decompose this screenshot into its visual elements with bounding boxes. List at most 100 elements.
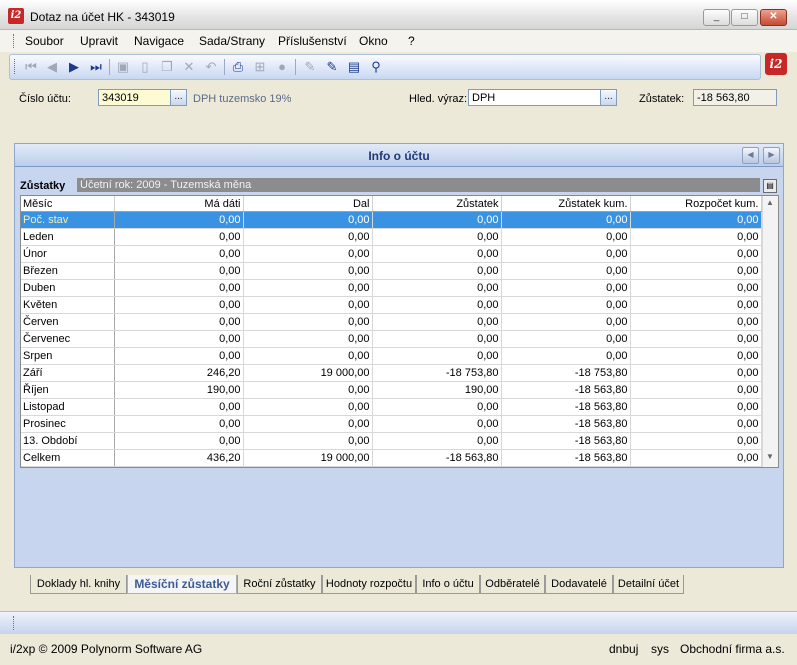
- table-row[interactable]: 13. Období 0,00 0,00 0,00 -18 563,80 0,00: [21, 432, 762, 450]
- last-record-icon[interactable]: ⏭: [88, 59, 104, 75]
- undo-icon[interactable]: ↶: [203, 59, 219, 75]
- table-row[interactable]: Listopad 0,00 0,00 0,00 -18 563,80 0,00: [21, 398, 762, 416]
- table-cell: Listopad: [21, 398, 115, 416]
- table-row[interactable]: Únor 0,00 0,00 0,00 0,00 0,00: [21, 245, 762, 263]
- table-cell: 0,00: [372, 262, 502, 280]
- menu-help[interactable]: ?: [408, 34, 415, 48]
- toolbar: ⏮ ◀ ▶ ⏭ ▣ ▯ ❐ ✕ ↶ ⎙ ⊞ ● ✎ ✎ ▤ ⚲: [9, 54, 761, 80]
- table-cell: 0,00: [243, 296, 373, 314]
- column-header[interactable]: Zůstatek: [372, 196, 502, 212]
- table-row[interactable]: Srpen 0,00 0,00 0,00 0,00 0,00: [21, 347, 762, 365]
- minimize-button[interactable]: _: [703, 9, 730, 26]
- menu-navigace[interactable]: Navigace: [134, 34, 184, 48]
- edit-pen-icon[interactable]: ✎: [302, 59, 318, 75]
- table-row[interactable]: Červenec 0,00 0,00 0,00 0,00 0,00: [21, 330, 762, 348]
- table-row[interactable]: Prosinec 0,00 0,00 0,00 -18 563,80 0,00: [21, 415, 762, 433]
- toolbar-separator: [109, 59, 110, 75]
- column-header[interactable]: Rozpočet kum.: [630, 196, 762, 212]
- tab-dodavatele[interactable]: Dodavatelé: [545, 575, 613, 594]
- account-lookup-button[interactable]: ...: [170, 89, 187, 106]
- circle-icon[interactable]: ●: [274, 59, 290, 75]
- next-record-icon[interactable]: ▶: [66, 59, 82, 75]
- tab-info-o-uctu[interactable]: Info o účtu: [416, 575, 480, 594]
- table-row[interactable]: Celkem 436,20 19 000,00 -18 563,80 -18 563,8…: [21, 449, 762, 467]
- delete-icon[interactable]: ✕: [181, 59, 197, 75]
- column-header[interactable]: Měsíc: [21, 196, 115, 212]
- table-row[interactable]: Duben 0,00 0,00 0,00 0,00 0,00: [21, 279, 762, 297]
- scroll-down-icon[interactable]: ▼: [766, 452, 774, 461]
- table-cell: 0,00: [630, 330, 762, 348]
- maximize-button[interactable]: □: [731, 9, 758, 26]
- panel-next-icon[interactable]: ▶: [763, 147, 780, 164]
- tab-hodnoty-rozpoctu[interactable]: Hodnoty rozpočtu: [322, 575, 416, 594]
- table-cell: 0,00: [114, 347, 244, 365]
- menubar-grip[interactable]: [13, 34, 17, 48]
- tab-detailni-ucet[interactable]: Detailní účet: [613, 575, 684, 594]
- first-record-icon[interactable]: ⏮: [23, 59, 39, 75]
- tab-rocni-zustatky[interactable]: Roční zůstatky: [237, 575, 322, 594]
- table-cell: 0,00: [501, 211, 631, 229]
- brand-logo: i2: [765, 53, 787, 75]
- menu-okno[interactable]: Okno: [359, 34, 388, 48]
- table-cell: 0,00: [372, 211, 502, 229]
- table-cell: 0,00: [372, 347, 502, 365]
- vertical-scrollbar[interactable]: ▲ ▼: [762, 196, 778, 467]
- balance-value: -18 563,80: [693, 89, 777, 106]
- grid-settings-icon[interactable]: ▤: [763, 179, 777, 193]
- table-row[interactable]: Červen 0,00 0,00 0,00 0,00 0,00: [21, 313, 762, 331]
- save-icon[interactable]: ▣: [115, 59, 131, 75]
- table-cell: 0,00: [243, 415, 373, 433]
- panel-header: Info o účtu ◀ ▶: [15, 144, 783, 167]
- tab-mesicni-zustatky[interactable]: Měsíční zůstatky: [127, 575, 237, 594]
- table-row[interactable]: Květen 0,00 0,00 0,00 0,00 0,00: [21, 296, 762, 314]
- column-header[interactable]: Má dáti: [114, 196, 244, 212]
- table-row[interactable]: Září 246,20 19 000,00 -18 753,80 -18 753,80 0…: [21, 364, 762, 382]
- table-cell: Září: [21, 364, 115, 382]
- table-cell: 190,00: [372, 381, 502, 399]
- menu-sada-strany[interactable]: Sada/Strany: [199, 34, 265, 48]
- balances-grid[interactable]: Měsíc Má dáti Dal Zůstatek Zůstatek kum.…: [20, 195, 779, 468]
- table-row[interactable]: Březen 0,00 0,00 0,00 0,00 0,00: [21, 262, 762, 280]
- table-cell: 0,00: [372, 398, 502, 416]
- copy-icon[interactable]: ❐: [159, 59, 175, 75]
- table-cell: -18 753,80: [501, 364, 631, 382]
- tree-icon[interactable]: ⊞: [252, 59, 268, 75]
- new-document-icon[interactable]: ▯: [137, 59, 153, 75]
- table-cell: 0,00: [114, 398, 244, 416]
- table-cell: 0,00: [243, 330, 373, 348]
- statusbar-grip[interactable]: [13, 616, 17, 630]
- table-cell: 0,00: [243, 381, 373, 399]
- scroll-up-icon[interactable]: ▲: [766, 198, 774, 207]
- previous-record-icon[interactable]: ◀: [44, 59, 60, 75]
- column-header[interactable]: Dal: [243, 196, 373, 212]
- search-lookup-button[interactable]: ...: [600, 89, 617, 106]
- tab-doklady[interactable]: Doklady hl. knihy: [30, 575, 127, 594]
- table-cell: 0,00: [501, 296, 631, 314]
- filter-icon[interactable]: ⚲: [368, 59, 384, 75]
- close-button[interactable]: ✕: [760, 9, 787, 26]
- panel-prev-icon[interactable]: ◀: [742, 147, 759, 164]
- menu-soubor[interactable]: Soubor: [25, 34, 64, 48]
- title-bar[interactable]: i2 Dotaz na účet HK - 343019 _ □ ✕: [0, 0, 797, 30]
- table-row[interactable]: Poč. stav 0,00 0,00 0,00 0,00 0,00: [21, 211, 762, 229]
- table-row[interactable]: Leden 0,00 0,00 0,00 0,00 0,00: [21, 228, 762, 246]
- table-row[interactable]: Říjen 190,00 0,00 190,00 -18 563,80 0,00: [21, 381, 762, 399]
- menu-upravit[interactable]: Upravit: [80, 34, 118, 48]
- table-cell: 0,00: [114, 279, 244, 297]
- print-icon[interactable]: ⎙: [230, 59, 246, 75]
- table-cell: 0,00: [372, 296, 502, 314]
- table-cell: 0,00: [501, 262, 631, 280]
- edit-pen-alt-icon[interactable]: ✎: [324, 59, 340, 75]
- footer: i/2xp © 2009 Polynorm Software AG dnbuj …: [0, 636, 797, 665]
- table-cell: 0,00: [114, 228, 244, 246]
- menu-prislusenstvi[interactable]: Příslušenství: [278, 34, 347, 48]
- account-number-input[interactable]: 343019: [98, 89, 171, 106]
- window-title: Dotaz na účet HK - 343019: [30, 10, 175, 24]
- tab-odberatele[interactable]: Odběratelé: [480, 575, 545, 594]
- column-header[interactable]: Zůstatek kum.: [501, 196, 631, 212]
- table-cell: 246,20: [114, 364, 244, 382]
- toolbar-grip[interactable]: [14, 59, 18, 74]
- table-cell: 0,00: [243, 245, 373, 263]
- search-input[interactable]: DPH: [468, 89, 601, 106]
- document-export-icon[interactable]: ▤: [346, 59, 362, 75]
